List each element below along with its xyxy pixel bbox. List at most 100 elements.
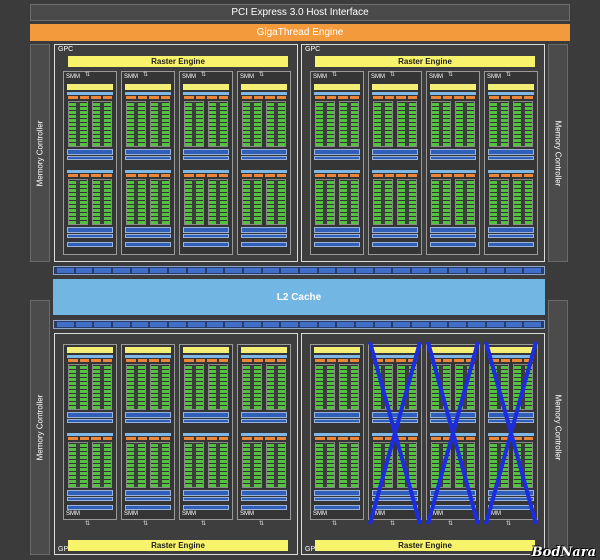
smm-texture-units xyxy=(488,242,534,247)
smm-label: SMM xyxy=(182,74,196,80)
cuda-core-column xyxy=(126,179,146,225)
smm-register-row xyxy=(184,437,228,440)
memory-controller-label: Memory Controller xyxy=(553,120,563,186)
smm-register-row xyxy=(126,174,170,177)
smm-sfu-units xyxy=(125,156,171,160)
cuda-core-column xyxy=(455,364,475,410)
raster-engine: Raster Engine xyxy=(315,540,535,551)
cuda-core-column xyxy=(431,364,451,410)
smm-cuda-core-block xyxy=(373,179,417,225)
cuda-core-column xyxy=(373,442,393,488)
smm-texture-units xyxy=(488,505,534,510)
smm-sfu-units xyxy=(241,419,287,423)
smm-cuda-core-block xyxy=(184,179,228,225)
smm-register-row xyxy=(431,359,475,362)
memory-controller-label: Memory Controller xyxy=(35,120,45,186)
smm-cuda-core-block xyxy=(184,442,228,488)
smm-dispatch-unit xyxy=(488,355,534,358)
smm-sfu-units xyxy=(488,156,534,160)
smm-sfu-units xyxy=(67,156,113,160)
cuda-core-column xyxy=(208,442,228,488)
cuda-core-column xyxy=(266,179,286,225)
smm-label: SMM xyxy=(124,74,138,80)
data-flow-arrows: ⇅ xyxy=(259,521,264,527)
smm-register-row xyxy=(242,174,286,177)
cuda-core-column xyxy=(513,442,533,488)
smm-sfu-units xyxy=(67,234,113,238)
smm-block: SMM xyxy=(368,71,422,255)
cuda-core-column xyxy=(68,179,88,225)
smm-texture-units xyxy=(372,242,418,247)
smm-ld-st-units xyxy=(430,412,476,418)
cuda-core-column xyxy=(208,101,228,147)
smm-label: SMM xyxy=(182,511,196,517)
smm-ld-st-units xyxy=(372,227,418,233)
data-flow-arrows: ⇅ xyxy=(143,72,148,78)
cuda-core-column xyxy=(455,179,475,225)
smm-instruction-cache xyxy=(67,347,113,353)
smm-cuda-core-block xyxy=(373,101,417,147)
smm-sfu-units xyxy=(314,497,360,501)
raster-engine: Raster Engine xyxy=(315,56,535,67)
smm-register-row xyxy=(68,174,112,177)
cuda-core-column xyxy=(92,179,112,225)
data-flow-arrows: ⇅ xyxy=(390,72,395,78)
cuda-core-column xyxy=(184,442,204,488)
smm-cuda-core-block xyxy=(126,364,170,410)
smm-instruction-cache xyxy=(488,84,534,90)
smm-sfu-units xyxy=(183,419,229,423)
smm-instruction-cache xyxy=(372,347,418,353)
smm-instruction-cache xyxy=(430,84,476,90)
smm-instruction-cache xyxy=(430,347,476,353)
smm-sfu-units xyxy=(183,234,229,238)
smm-label: SMM xyxy=(371,74,385,80)
smm-block: SMM xyxy=(484,344,538,520)
smm-cuda-core-block xyxy=(68,442,112,488)
smm-dispatch-unit xyxy=(314,92,360,95)
smm-instruction-cache xyxy=(67,84,113,90)
memory-controller-top-right: Memory Controller xyxy=(548,44,568,262)
cuda-core-column xyxy=(489,442,509,488)
smm-texture-units xyxy=(125,242,171,247)
smm-ld-st-units xyxy=(372,412,418,418)
cuda-core-column xyxy=(339,442,359,488)
cuda-core-column xyxy=(397,442,417,488)
smm-label: SMM xyxy=(124,511,138,517)
cuda-core-column xyxy=(455,101,475,147)
smm-dispatch-unit xyxy=(241,355,287,358)
smm-instruction-cache xyxy=(125,84,171,90)
cuda-core-column xyxy=(489,364,509,410)
smm-register-row xyxy=(489,437,533,440)
cuda-core-column xyxy=(126,442,146,488)
smm-dispatch-unit xyxy=(488,170,534,173)
cuda-core-column xyxy=(68,364,88,410)
smm-cuda-core-block xyxy=(489,179,533,225)
smm-register-row xyxy=(315,96,359,99)
smm-register-row xyxy=(242,359,286,362)
smm-ld-st-units xyxy=(488,412,534,418)
smm-sfu-units xyxy=(430,419,476,423)
smm-cuda-core-block xyxy=(431,364,475,410)
smm-cuda-core-block xyxy=(431,179,475,225)
watermark-logo: BodNara xyxy=(531,545,596,560)
smm-dispatch-unit xyxy=(241,170,287,173)
smm-sfu-units xyxy=(314,234,360,238)
smm-sfu-units xyxy=(488,419,534,423)
l2-cache: L2 Cache xyxy=(53,279,545,315)
smm-sfu-units xyxy=(372,419,418,423)
smm-cuda-core-block xyxy=(126,101,170,147)
smm-dispatch-unit xyxy=(314,433,360,436)
cuda-core-column xyxy=(242,101,262,147)
smm-label: SMM xyxy=(429,511,443,517)
smm-register-row xyxy=(242,96,286,99)
smm-register-row xyxy=(431,96,475,99)
data-flow-arrows: ⇅ xyxy=(448,521,453,527)
smm-ld-st-units xyxy=(430,227,476,233)
smm-dispatch-unit xyxy=(430,355,476,358)
cuda-core-column xyxy=(513,101,533,147)
smm-cuda-core-block xyxy=(184,101,228,147)
smm-cuda-core-block xyxy=(68,364,112,410)
smm-texture-units xyxy=(183,242,229,247)
smm-block: SMM xyxy=(426,344,480,520)
cuda-core-column xyxy=(150,442,170,488)
